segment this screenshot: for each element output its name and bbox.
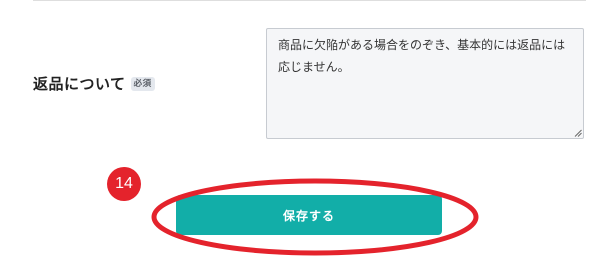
section-divider xyxy=(33,0,586,1)
step-number-badge: 14 xyxy=(107,167,141,201)
return-policy-label: 返品について 必須 xyxy=(33,73,155,94)
field-label-text: 返品について xyxy=(33,75,126,93)
required-badge: 必須 xyxy=(130,76,155,91)
resize-handle-icon[interactable] xyxy=(574,129,582,137)
return-policy-textarea[interactable]: 商品に欠陥がある場合をのぞき、基本的には返品には応じません。 xyxy=(266,28,584,139)
save-button[interactable]: 保存する xyxy=(176,195,442,235)
